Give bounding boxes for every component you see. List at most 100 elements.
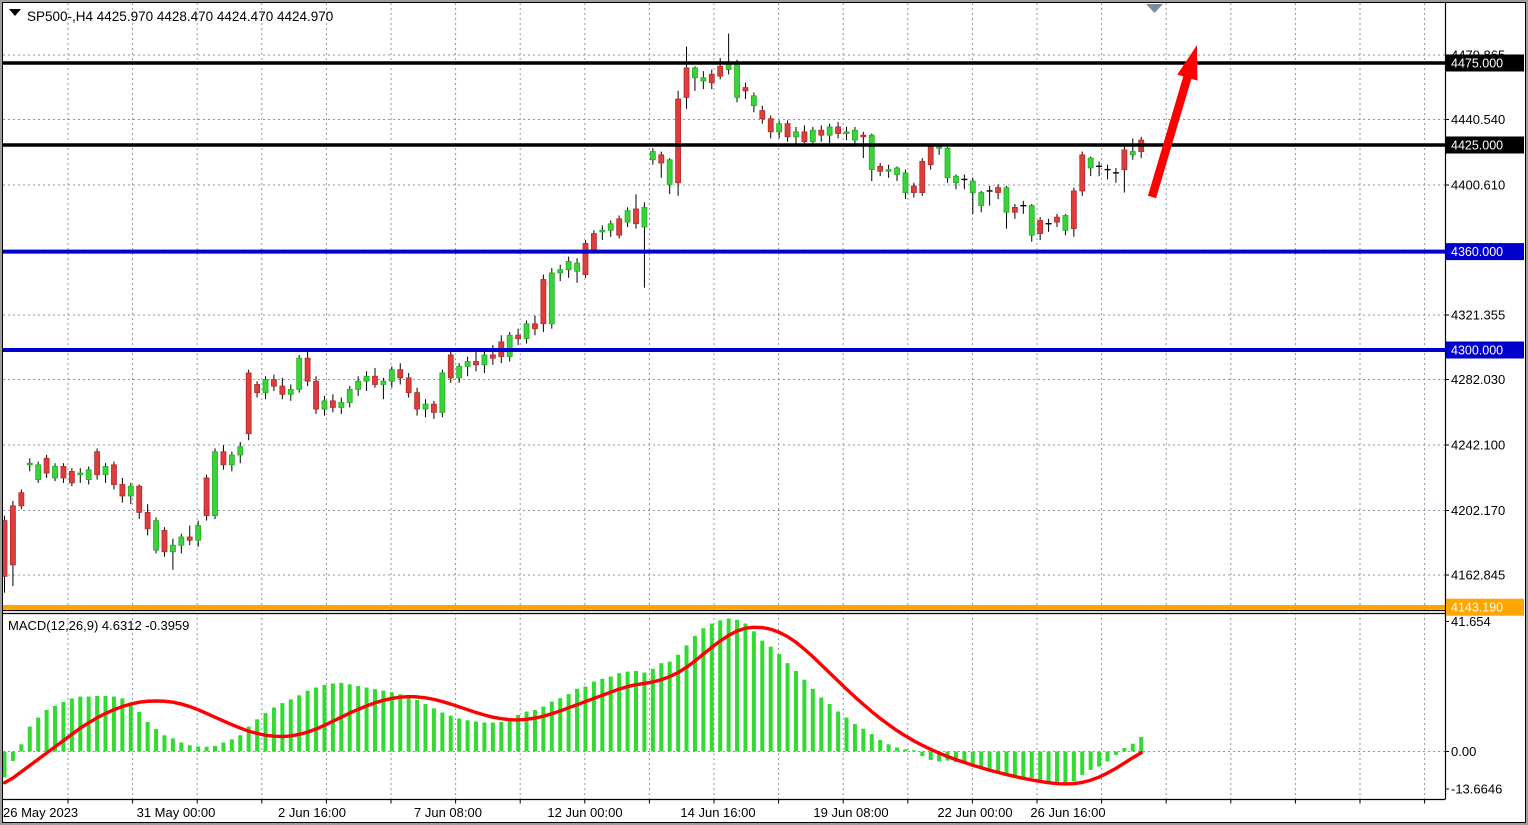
macd-histogram-bar (1013, 752, 1017, 776)
bear-candle (878, 166, 883, 171)
macd-histogram-bar (407, 697, 411, 752)
bull-candle (297, 358, 302, 389)
bear-candle (204, 478, 209, 516)
bull-candle (179, 537, 184, 545)
macd-histogram-bar (903, 749, 907, 751)
bull-candle (844, 132, 849, 134)
macd-histogram-bar (710, 624, 714, 752)
bull-candle (524, 324, 529, 339)
macd-histogram-bar (1004, 752, 1008, 775)
bull-candle (27, 463, 32, 465)
macd-histogram-bar (415, 700, 419, 751)
bear-candle (676, 99, 681, 183)
bull-candle (339, 403, 344, 408)
macd-histogram-bar (129, 703, 133, 751)
bull-candle (625, 211, 630, 222)
bear-candle (591, 234, 596, 250)
macd-histogram-bar (920, 752, 924, 757)
price-level-badge-label: 4143.190 (1451, 601, 1503, 615)
bull-candle (827, 127, 832, 135)
macd-histogram-bar (777, 654, 781, 751)
macd-histogram-bar (895, 747, 899, 751)
bull-candle (886, 170, 891, 172)
bear-candle (44, 458, 49, 473)
macd-histogram-bar (1089, 752, 1093, 770)
macd-histogram-bar (331, 683, 335, 751)
macd-histogram-bar (264, 713, 268, 751)
bull-candle (701, 78, 706, 81)
bull-candle (86, 470, 91, 480)
macd-histogram-bar (583, 687, 587, 752)
bear-candle (760, 111, 765, 119)
macd-histogram-bar (440, 712, 444, 751)
bull-candle (810, 130, 815, 141)
macd-histogram-bar (230, 739, 234, 751)
bull-candle (852, 130, 857, 140)
price-level-badge-label: 4300.000 (1451, 344, 1503, 358)
bull-candle (953, 176, 958, 183)
bear-candle (768, 119, 773, 132)
bear-candle (61, 466, 66, 477)
price-axis-label: 4162.845 (1451, 568, 1505, 583)
macd-histogram-bar (61, 702, 65, 752)
macd-histogram-bar (137, 712, 141, 752)
bear-candle (684, 68, 689, 98)
bear-candle (1080, 155, 1085, 191)
macd-histogram-bar (693, 636, 697, 751)
time-axis-label: 22 Jun 00:00 (937, 805, 1012, 820)
bear-candle (111, 465, 116, 485)
bear-candle (431, 404, 436, 412)
bear-candle (541, 279, 546, 323)
bull-candle (1088, 158, 1093, 168)
macd-histogram-bar (575, 689, 579, 752)
macd-histogram-bar (735, 620, 739, 752)
bull-candle (903, 173, 908, 193)
bear-candle (1055, 217, 1060, 222)
price-axis-label: 4440.540 (1451, 112, 1505, 127)
bear-candle (95, 452, 100, 475)
macd-histogram-bar (104, 696, 108, 752)
macd-histogram-bar (836, 712, 840, 752)
macd-histogram-bar (28, 727, 32, 752)
bull-candle (1029, 206, 1034, 236)
macd-histogram-bar (861, 729, 865, 752)
price-axis-label: 4242.100 (1451, 438, 1505, 453)
bull-candle (322, 401, 327, 409)
time-axis-label: 26 May 2023 (3, 805, 78, 820)
macd-histogram-bar (205, 747, 209, 752)
bull-candle (692, 68, 697, 78)
macd-histogram-bar (1131, 744, 1135, 752)
macd-histogram-bar (19, 744, 23, 751)
bull-candle (1063, 216, 1068, 231)
bear-candle (911, 186, 916, 193)
macd-histogram-bar (70, 698, 74, 751)
macd-histogram-bar (432, 708, 436, 751)
bear-candle (162, 530, 167, 551)
trading-chart-window: 4479.8654440.5404400.6104321.3554282.030… (0, 0, 1528, 825)
macd-histogram-bar (870, 734, 874, 751)
macd-histogram-bar (600, 679, 604, 752)
bear-candle (330, 401, 335, 408)
bear-candle (1038, 220, 1043, 233)
bull-candle (608, 224, 613, 231)
bear-candle (1122, 150, 1127, 170)
bear-candle (145, 512, 150, 528)
macd-histogram-bar (853, 724, 857, 751)
macd-histogram-bar (179, 742, 183, 751)
macd-histogram-bar (1106, 752, 1110, 762)
bear-candle (861, 135, 866, 137)
bear-candle (634, 209, 639, 224)
macd-histogram-bar (760, 641, 764, 752)
macd-histogram-bar (1072, 752, 1076, 782)
bull-candle (979, 193, 984, 206)
macd-histogram-bar (1122, 748, 1126, 751)
macd-histogram-bar (550, 702, 554, 752)
time-axis-label: 31 May 00:00 (137, 805, 216, 820)
price-axis-label: 0.00 (1451, 744, 1476, 759)
chart-canvas[interactable]: 4479.8654440.5404400.6104321.3554282.030… (0, 0, 1528, 825)
bull-candle (895, 168, 900, 175)
bull-candle (238, 447, 243, 455)
bear-candle (246, 373, 251, 434)
bull-candle (465, 361, 470, 366)
bear-candle (996, 188, 1001, 193)
